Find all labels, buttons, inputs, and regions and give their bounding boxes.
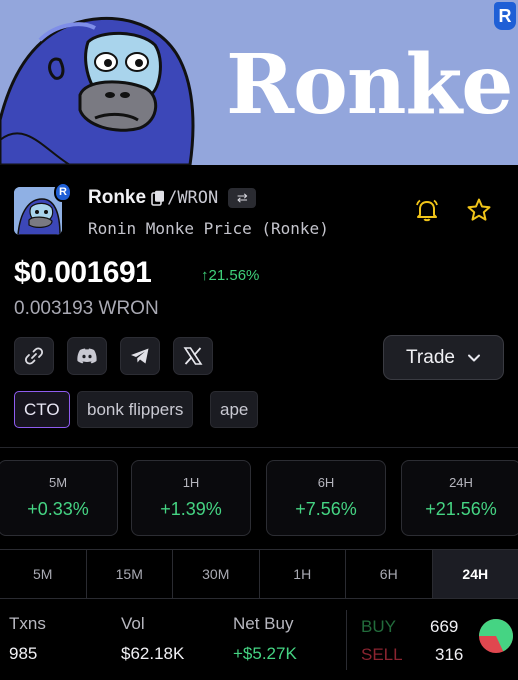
- bell-icon[interactable]: [413, 196, 441, 224]
- stat-value: +21.56%: [425, 499, 497, 519]
- link-icon: [24, 347, 44, 365]
- trade-button[interactable]: Trade: [383, 335, 504, 380]
- stat-card-6h[interactable]: 6H +7.56%: [266, 460, 386, 536]
- ronin-badge-icon: R: [54, 182, 72, 202]
- vol-value: $62.18K: [121, 644, 185, 663]
- stat-card-1h[interactable]: 1H +1.39%: [131, 460, 251, 536]
- token-pair: /WRON: [167, 188, 219, 208]
- token-banner: Ronke R: [0, 0, 518, 165]
- net-buy-value: +$5.27K: [233, 644, 297, 663]
- net-buy-label: Net Buy: [233, 614, 294, 633]
- token-subtitle: Ronin Monke Price (Ronke): [88, 219, 329, 238]
- tag-ape[interactable]: ape: [210, 391, 259, 428]
- token-name: Ronke: [88, 187, 147, 208]
- ronin-logo-icon: R: [494, 2, 516, 30]
- tab-24h[interactable]: 24H: [432, 550, 518, 598]
- txns-label: Txns: [9, 614, 46, 633]
- trade-label: Trade: [406, 346, 455, 368]
- tab-6h[interactable]: 6H: [346, 550, 433, 598]
- divider: [0, 447, 518, 448]
- tag-cto[interactable]: CTO: [14, 391, 70, 428]
- monkey-illustration: [0, 17, 195, 165]
- stat-label: 1H: [182, 475, 200, 490]
- copy-icon[interactable]: [151, 190, 165, 206]
- price-change-value: 21.56%: [208, 267, 260, 284]
- discord-button[interactable]: [67, 337, 107, 375]
- stat-value: +1.39%: [160, 499, 222, 519]
- x-button[interactable]: [173, 337, 213, 375]
- stat-label: 24H: [449, 475, 473, 490]
- buy-count: 669: [430, 617, 459, 636]
- price-usd: $0.001691: [14, 256, 152, 289]
- tab-5m[interactable]: 5M: [0, 550, 87, 598]
- txns-value: 985: [9, 644, 38, 663]
- token-name-row: Ronke /WRON ⇄: [88, 186, 257, 210]
- divider: [346, 610, 347, 670]
- timeframe-tabs: 5M 15M 30M 1H 6H 24H: [0, 549, 518, 599]
- price-change: ↑21.56%: [201, 267, 259, 284]
- stat-card-5m[interactable]: 5M +0.33%: [0, 460, 118, 536]
- discord-icon: [77, 348, 97, 364]
- price-wron: 0.003193 WRON: [14, 298, 159, 319]
- tab-15m[interactable]: 15M: [87, 550, 173, 598]
- buy-sell-pie-chart: [479, 619, 513, 653]
- telegram-button[interactable]: [120, 337, 160, 375]
- swap-pair-button[interactable]: ⇄: [228, 188, 257, 208]
- tab-30m[interactable]: 30M: [173, 550, 260, 598]
- stat-value: +0.33%: [27, 499, 89, 519]
- telegram-icon: [131, 348, 149, 364]
- arrow-up-icon: ↑: [201, 267, 209, 284]
- sell-label: SELL: [361, 645, 403, 664]
- tag-bonk-flippers[interactable]: bonk flippers: [77, 391, 194, 428]
- vol-label: Vol: [121, 614, 145, 633]
- stat-card-24h[interactable]: 24H +21.56%: [401, 460, 518, 536]
- star-icon[interactable]: [465, 196, 493, 224]
- sell-count: 316: [435, 645, 464, 664]
- link-button[interactable]: [14, 337, 54, 375]
- chevron-down-icon: [467, 354, 480, 361]
- stat-value: +7.56%: [295, 499, 357, 519]
- buy-label: BUY: [361, 617, 396, 636]
- stat-label: 6H: [317, 475, 335, 490]
- stat-label: 5M: [48, 475, 68, 490]
- tab-1h[interactable]: 1H: [260, 550, 346, 598]
- x-icon: [183, 347, 203, 365]
- banner-title: Ronke: [226, 37, 513, 133]
